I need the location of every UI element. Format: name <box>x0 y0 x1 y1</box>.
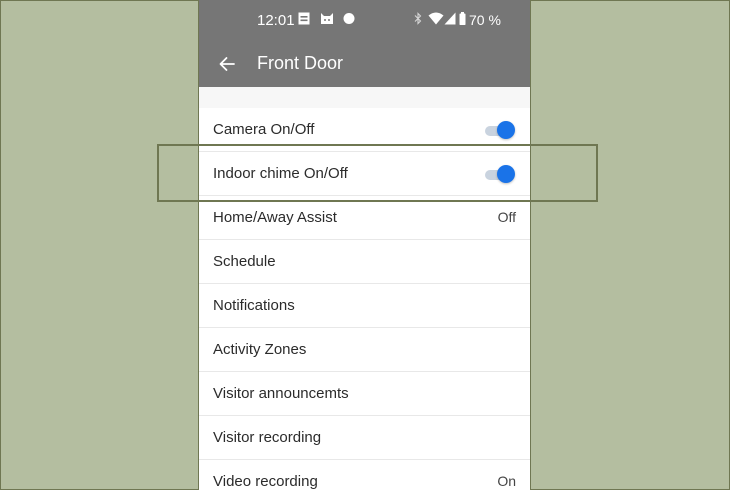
wifi-icon <box>428 12 444 25</box>
setting-label: Schedule <box>213 253 276 270</box>
list-top-spacer <box>199 87 530 108</box>
setting-row-visitor-announcements[interactable]: Visitor announcemts <box>199 372 530 416</box>
setting-label: Indoor chime On/Off <box>213 165 348 182</box>
page-title: Front Door <box>257 53 344 73</box>
battery-icon <box>459 12 466 25</box>
setting-row-notifications[interactable]: Notifications <box>199 284 530 328</box>
toggle-thumb <box>497 121 515 139</box>
setting-label: Activity Zones <box>213 341 307 358</box>
dot-icon <box>343 13 355 24</box>
settings-list: Camera On/Off Indoor chime On/Off Home/A… <box>199 108 530 490</box>
setting-row-indoor-chime[interactable]: Indoor chime On/Off <box>199 152 530 196</box>
app-bar: Front Door <box>199 40 530 87</box>
status-time: 12:01 <box>257 12 295 29</box>
setting-label: Video recording <box>213 473 318 490</box>
calendar-icon <box>298 12 310 25</box>
battery-percent: 70 % <box>469 12 501 28</box>
status-bar: 12:01 70 % <box>199 0 530 40</box>
setting-label: Notifications <box>213 297 295 314</box>
toggle-thumb <box>497 165 515 183</box>
bluetooth-icon <box>414 12 422 25</box>
setting-row-home-away-assist[interactable]: Home/Away Assist Off <box>199 196 530 240</box>
setting-row-visitor-recording[interactable]: Visitor recording <box>199 416 530 460</box>
setting-row-schedule[interactable]: Schedule <box>199 240 530 284</box>
arrow-left-icon <box>219 57 235 71</box>
cat-icon <box>321 13 333 24</box>
setting-row-activity-zones[interactable]: Activity Zones <box>199 328 530 372</box>
indoor-chime-toggle[interactable] <box>485 164 517 184</box>
back-button[interactable] <box>213 50 241 78</box>
setting-row-camera[interactable]: Camera On/Off <box>199 108 530 152</box>
setting-label: Visitor announcemts <box>213 385 349 402</box>
setting-value: On <box>497 473 516 489</box>
setting-label: Camera On/Off <box>213 121 315 138</box>
camera-toggle[interactable] <box>485 120 517 140</box>
setting-label: Visitor recording <box>213 429 322 446</box>
setting-label: Home/Away Assist <box>213 209 337 226</box>
signal-icon <box>444 12 456 25</box>
setting-value: Off <box>497 209 516 225</box>
phone-screen: 12:01 70 % Front Door Camera On/Off Indo… <box>198 0 531 490</box>
setting-row-video-recording[interactable]: Video recording On <box>199 460 530 490</box>
